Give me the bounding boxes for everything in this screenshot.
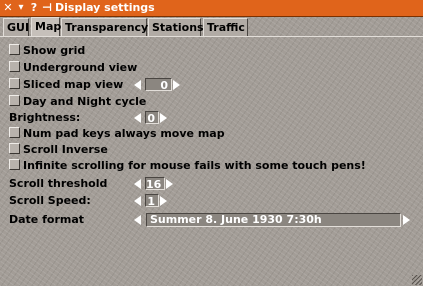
checkbox-box[interactable] bbox=[9, 61, 20, 72]
scroll-speed-label: Scroll Speed: bbox=[9, 194, 91, 207]
brightness-field[interactable]: 0 bbox=[145, 111, 159, 125]
underground-view-checkbox[interactable]: Underground view bbox=[9, 60, 137, 76]
checkbox-box[interactable] bbox=[9, 78, 20, 89]
title-bar[interactable]: ✕ ▾ ? ⊣ Display settings bbox=[0, 0, 423, 17]
tab-transparency[interactable]: Transparency bbox=[61, 18, 148, 36]
tab-divider bbox=[0, 36, 423, 37]
checkbox-box[interactable] bbox=[9, 159, 20, 170]
checkbox-box[interactable] bbox=[9, 127, 20, 138]
display-settings-window: ✕ ▾ ? ⊣ Display settings GUI Map Transpa… bbox=[0, 0, 423, 286]
numpad-label: Num pad keys always move map bbox=[23, 127, 225, 140]
day-night-checkbox[interactable]: Day and Night cycle bbox=[9, 94, 146, 110]
brightness-decrease-arrow-icon[interactable] bbox=[134, 113, 141, 123]
tab-gui[interactable]: GUI bbox=[3, 18, 29, 36]
threshold-decrease-arrow-icon[interactable] bbox=[134, 179, 141, 189]
day-night-label: Day and Night cycle bbox=[23, 95, 147, 108]
sliced-map-view-checkbox[interactable]: Sliced map view bbox=[9, 77, 123, 93]
scroll-inverse-checkbox[interactable]: Scroll Inverse bbox=[9, 142, 108, 158]
scroll-threshold-field[interactable]: 16 bbox=[145, 177, 165, 191]
window-title: Display settings bbox=[55, 1, 155, 14]
brightness-increase-arrow-icon[interactable] bbox=[160, 113, 167, 123]
scroll-threshold-label: Scroll threshold bbox=[9, 177, 108, 190]
infinite-scroll-label: Infinite scrolling for mouse fails with … bbox=[23, 159, 366, 172]
sliced-decrease-arrow-icon[interactable] bbox=[134, 80, 141, 90]
show-grid-checkbox[interactable]: Show grid bbox=[9, 43, 85, 59]
numpad-checkbox[interactable]: Num pad keys always move map bbox=[9, 126, 225, 142]
checkbox-box[interactable] bbox=[9, 44, 20, 55]
date-format-field[interactable]: Summer 8. June 1930 7:30h bbox=[146, 213, 401, 227]
pin-icon[interactable]: ⊣ bbox=[40, 1, 54, 15]
show-grid-label: Show grid bbox=[23, 44, 86, 57]
sliced-increase-arrow-icon[interactable] bbox=[173, 80, 180, 90]
menu-icon[interactable]: ▾ bbox=[14, 1, 28, 15]
date-format-prev-arrow-icon[interactable] bbox=[134, 215, 141, 225]
speed-increase-arrow-icon[interactable] bbox=[160, 196, 167, 206]
sliced-level-field[interactable]: 0 bbox=[145, 78, 172, 92]
tab-traffic[interactable]: Traffic bbox=[203, 18, 248, 36]
date-format-next-arrow-icon[interactable] bbox=[403, 215, 410, 225]
date-format-label: Date format bbox=[9, 213, 85, 226]
checkbox-box[interactable] bbox=[9, 95, 20, 106]
speed-decrease-arrow-icon[interactable] bbox=[134, 196, 141, 206]
scroll-inverse-label: Scroll Inverse bbox=[23, 143, 108, 156]
underground-view-label: Underground view bbox=[23, 61, 138, 74]
close-icon[interactable]: ✕ bbox=[1, 1, 15, 15]
help-icon[interactable]: ? bbox=[27, 1, 41, 15]
checkbox-box[interactable] bbox=[9, 143, 20, 154]
infinite-scroll-checkbox[interactable]: Infinite scrolling for mouse fails with … bbox=[9, 158, 366, 174]
resize-handle-icon[interactable] bbox=[412, 275, 422, 285]
tab-map[interactable]: Map bbox=[31, 17, 61, 37]
sliced-map-view-label: Sliced map view bbox=[23, 78, 124, 91]
scroll-speed-field[interactable]: 1 bbox=[145, 194, 159, 208]
brightness-label: Brightness: bbox=[9, 111, 81, 124]
threshold-increase-arrow-icon[interactable] bbox=[166, 179, 173, 189]
tab-stations[interactable]: Stations bbox=[148, 18, 204, 36]
